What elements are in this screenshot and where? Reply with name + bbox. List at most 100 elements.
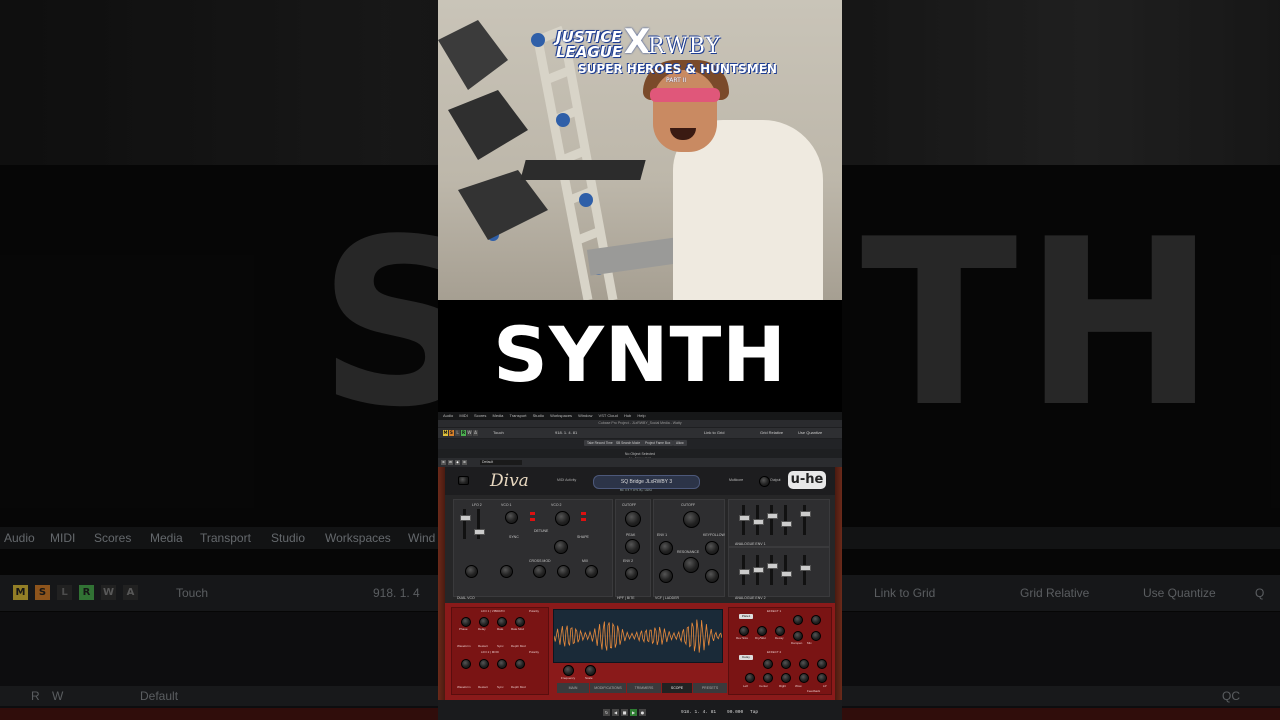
menu-transport[interactable]: Transport [510, 412, 527, 420]
env2-mod-knob[interactable] [625, 567, 638, 580]
vco1-knob[interactable] [505, 511, 518, 524]
env1-vel-cap[interactable] [800, 511, 811, 517]
diva-patch-browser[interactable]: SQ Bridge JLxRWBY 3 [593, 475, 700, 489]
take-record-button[interactable]: Take Record Time [584, 440, 616, 446]
env2-release-slider[interactable] [784, 555, 787, 585]
fm-knob[interactable] [557, 565, 570, 578]
listen-button[interactable]: L [455, 430, 460, 436]
env2-attack-cap[interactable] [739, 569, 750, 575]
diva-multicore-toggle[interactable]: Multicore [729, 478, 743, 482]
fx2-knob-2[interactable] [781, 659, 791, 669]
grid-type-select[interactable]: Grid Relative [760, 430, 783, 436]
automation-mode-select[interactable]: Touch [493, 430, 504, 436]
project-frame-button[interactable]: Project Fame Box [642, 440, 674, 446]
mute-button[interactable]: M [443, 430, 448, 436]
lfo-mod-knob[interactable] [500, 565, 513, 578]
position-display[interactable]: 918. 1. 4. 81 [555, 430, 577, 436]
fx2-knob-1[interactable] [763, 659, 773, 669]
tap-button[interactable]: Tap [750, 709, 758, 716]
fx1-knob-1[interactable] [739, 626, 749, 636]
lfo2-delay-knob[interactable] [479, 659, 489, 669]
env2-sustain-slider[interactable] [770, 555, 773, 585]
lfo-slider[interactable] [463, 509, 466, 539]
env1-decay-cap[interactable] [753, 519, 764, 525]
fx1-knob-3[interactable] [775, 626, 785, 636]
scope-frequency-knob[interactable] [563, 665, 574, 676]
search-mode-button[interactable]: SB Search Mode [613, 440, 644, 446]
fx2-knob-4[interactable] [817, 659, 827, 669]
transport-tempo[interactable]: 90.000 [727, 709, 743, 716]
plugin-settings-icon[interactable]: ⚙ [462, 460, 467, 465]
env1-sustain-cap[interactable] [767, 513, 778, 519]
env2-release-cap[interactable] [781, 571, 792, 577]
env2-vel-cap[interactable] [800, 565, 811, 571]
fx1-knob-5[interactable] [811, 615, 821, 625]
solo-button[interactable]: S [449, 430, 454, 436]
fx1-knob-6[interactable] [793, 631, 803, 641]
env-knob[interactable] [465, 565, 478, 578]
lfo1-phase-knob[interactable] [461, 617, 471, 627]
env1-sustain-slider[interactable] [770, 505, 773, 535]
record-button[interactable]: ● [639, 709, 646, 716]
diva-menu-button[interactable] [458, 476, 469, 485]
rewind-button[interactable]: ◀ [612, 709, 619, 716]
cycle-button[interactable]: ↻ [603, 709, 610, 716]
menu-media[interactable]: Media [493, 412, 504, 420]
menu-scores[interactable]: Scores [474, 412, 486, 420]
tab-presets[interactable]: PRESETS [693, 683, 727, 693]
lfo1-rate-knob[interactable] [497, 617, 507, 627]
plugin-bypass-icon[interactable]: ◆ [455, 460, 460, 465]
env1-vel-slider[interactable] [803, 505, 806, 535]
fm-vcf-knob[interactable] [659, 569, 673, 583]
cross-mod-knob[interactable] [533, 565, 546, 578]
tab-scope[interactable]: SCOPE [662, 683, 692, 693]
menu-window[interactable]: Window [578, 412, 592, 420]
hpf-cutoff-knob[interactable] [625, 511, 641, 527]
lfo1-delay-knob[interactable] [479, 617, 489, 627]
allow-button[interactable]: Allow [673, 440, 687, 446]
env1-attack-cap[interactable] [739, 515, 750, 521]
quantize-select[interactable]: Use Quantize [798, 430, 822, 436]
resonance-knob[interactable] [683, 557, 699, 573]
transport-position[interactable]: 918. 1. 4. 81 [681, 709, 716, 716]
tab-trimmers[interactable]: TRIMMERS [627, 683, 661, 693]
fx2-knob-8[interactable] [799, 673, 809, 683]
menu-studio[interactable]: Studio [533, 412, 544, 420]
write-button[interactable]: W [467, 430, 472, 436]
fx1-knob-7[interactable] [811, 631, 821, 641]
env1-mod-knob[interactable] [659, 541, 673, 555]
tab-main[interactable]: MAIN [557, 683, 589, 693]
lfo2-ratemod-knob[interactable] [515, 659, 525, 669]
fx2-knob-5[interactable] [745, 673, 755, 683]
keyfollow-knob[interactable] [705, 541, 719, 555]
env2-decay-cap[interactable] [753, 567, 764, 573]
filter-fm-knob[interactable] [705, 569, 719, 583]
stop-button[interactable]: ■ [621, 709, 628, 716]
peak-knob[interactable] [625, 539, 640, 554]
tab-modifications[interactable]: MODIFICATIONS [590, 683, 626, 693]
a-button[interactable]: A [473, 430, 478, 436]
fx2-knob-9[interactable] [817, 673, 827, 683]
tune-slider-cap[interactable] [474, 529, 485, 535]
menu-workspaces[interactable]: Workspaces [550, 412, 572, 420]
vcf-cutoff-knob[interactable] [683, 511, 700, 528]
plugin-write-button[interactable]: W [448, 460, 453, 465]
lfo-slider-cap[interactable] [460, 515, 471, 521]
fx1-knob-4[interactable] [793, 615, 803, 625]
mix-knob[interactable] [585, 565, 598, 578]
fx1-knob-2[interactable] [757, 626, 767, 636]
env1-release-cap[interactable] [781, 521, 792, 527]
env2-sustain-cap[interactable] [767, 563, 778, 569]
vco2-knob[interactable] [555, 511, 570, 526]
output-knob[interactable] [759, 476, 770, 487]
read-button[interactable]: R [461, 430, 466, 436]
lfo2-phase-knob[interactable] [461, 659, 471, 669]
env1-release-slider[interactable] [784, 505, 787, 535]
fx2-knob-3[interactable] [799, 659, 809, 669]
snap-mode-select[interactable]: Link to Grid [704, 430, 724, 436]
effect2-type[interactable]: Delay [739, 655, 753, 660]
menu-midi[interactable]: MIDI [459, 412, 467, 420]
scope-scale-knob[interactable] [585, 665, 596, 676]
menu-hub[interactable]: Hub [624, 412, 631, 420]
detune-knob[interactable] [554, 540, 568, 554]
